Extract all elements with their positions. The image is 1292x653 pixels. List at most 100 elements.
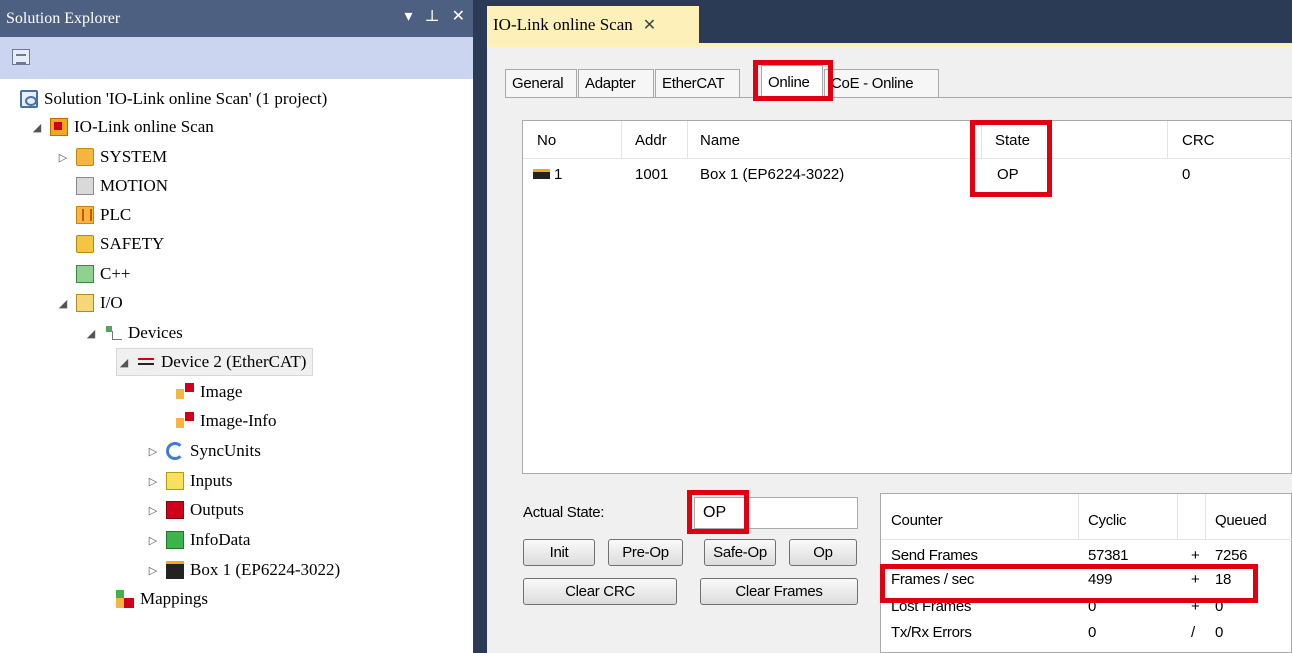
pin-icon[interactable]: ⊥: [425, 6, 440, 26]
tab-ethercat[interactable]: EtherCAT: [655, 69, 740, 97]
counter-op: /: [1191, 624, 1195, 641]
actual-state-label: Actual State:: [523, 504, 605, 521]
tree-item-box-1[interactable]: ▷ Box 1 (EP6224-3022): [146, 556, 340, 584]
counter-cyclic: 57381: [1088, 547, 1129, 564]
counter-header-counter: Counter: [891, 512, 943, 529]
tree-item-plc[interactable]: PLC: [76, 201, 131, 229]
expand-arrow-icon[interactable]: ▷: [146, 564, 160, 577]
tree-item-device-2[interactable]: ◢ Device 2 (EtherCAT): [116, 348, 314, 376]
row-crc: 0: [1182, 165, 1191, 183]
box-icon: [166, 561, 184, 579]
expand-arrow-icon[interactable]: ▷: [146, 534, 160, 547]
counter-header-queued: Queued: [1215, 512, 1267, 529]
tree-item-label: Outputs: [190, 500, 244, 519]
counter-name: Send Frames: [891, 547, 978, 564]
tree-item-label: I/O: [100, 293, 123, 312]
column-separator: [1177, 494, 1178, 540]
counter-queued: 7256: [1215, 547, 1248, 564]
properties-icon[interactable]: [12, 49, 30, 65]
tree-item-sync-units[interactable]: ▷ SyncUnits: [146, 437, 261, 465]
counter-op: +: [1191, 571, 1200, 588]
motion-icon: [76, 177, 94, 195]
tree-item-label: Device 2 (EtherCAT): [161, 352, 307, 371]
row-no: 1: [533, 159, 562, 189]
column-header-crc[interactable]: CRC: [1182, 121, 1215, 159]
tree-item-image-info[interactable]: Image-Info: [176, 407, 276, 435]
column-header-state[interactable]: State: [995, 121, 1030, 159]
pre-op-button[interactable]: Pre-Op: [608, 539, 683, 566]
tree-item-solution[interactable]: Solution 'IO-Link online Scan' (1 projec…: [20, 85, 327, 113]
document-tab-io-link-online-scan[interactable]: IO-Link online Scan ✕: [487, 6, 699, 43]
expand-arrow-icon[interactable]: ▷: [146, 445, 160, 458]
collapse-arrow-icon[interactable]: ◢: [56, 297, 70, 310]
counter-queued: 18: [1215, 571, 1232, 588]
column-header-addr[interactable]: Addr: [635, 121, 667, 159]
counter-cyclic: 499: [1088, 571, 1113, 588]
online-device-list[interactable]: No Addr Name State CRC 1 1001 Box 1 (EP6…: [522, 120, 1292, 474]
tree-item-system[interactable]: ▷ SYSTEM: [56, 143, 167, 171]
tree-item-io[interactable]: ◢ I/O: [56, 289, 123, 317]
column-header-name[interactable]: Name: [700, 121, 740, 159]
column-header-no[interactable]: No: [537, 121, 556, 159]
tree-item-cpp[interactable]: C++: [76, 260, 131, 288]
expand-arrow-icon[interactable]: ▷: [146, 504, 160, 517]
column-separator: [1205, 494, 1206, 540]
plc-icon: [76, 206, 94, 224]
counter-cyclic: 0: [1088, 624, 1097, 641]
collapse-arrow-icon[interactable]: ◢: [84, 327, 98, 340]
tree-item-label: Inputs: [190, 471, 233, 490]
tree-item-project[interactable]: ◢ IO-Link online Scan: [30, 113, 214, 141]
tree-item-image[interactable]: Image: [176, 378, 242, 406]
counter-name: Frames / sec: [891, 571, 975, 588]
init-button[interactable]: Init: [523, 539, 595, 566]
expand-arrow-icon[interactable]: ▷: [146, 475, 160, 488]
counter-name: Tx/Rx Errors: [891, 624, 972, 641]
outputs-icon: [166, 501, 184, 519]
row-no-value: 1: [554, 165, 563, 183]
safe-op-button[interactable]: Safe-Op: [704, 539, 776, 566]
counter-queued: 0: [1215, 624, 1224, 641]
collapse-arrow-icon[interactable]: ◢: [30, 121, 44, 134]
solution-explorer-toolbar: [0, 37, 473, 79]
counter-cyclic: 0: [1088, 598, 1097, 615]
table-row[interactable]: 1 1001 Box 1 (EP6224-3022) OP 0: [523, 159, 1292, 189]
device-list-header: No Addr Name State CRC: [523, 121, 1292, 159]
image-info-icon: [176, 412, 194, 430]
tab-online[interactable]: Online: [761, 65, 823, 98]
row-addr: 1001: [635, 165, 669, 183]
tree-item-label: PLC: [100, 205, 132, 224]
expand-arrow-icon[interactable]: ▷: [56, 151, 70, 164]
tree-item-devices[interactable]: ◢ Devices: [84, 319, 183, 347]
solution-explorer-panel: Solution Explorer ▾ ⊥ ✕ Solution 'IO-Lin…: [0, 0, 473, 653]
close-icon[interactable]: ✕: [452, 6, 465, 26]
image-icon: [176, 383, 194, 401]
tree-item-info-data[interactable]: ▷ InfoData: [146, 526, 250, 554]
clear-frames-button[interactable]: Clear Frames: [700, 578, 858, 605]
tree-item-safety[interactable]: SAFETY: [76, 230, 164, 258]
tree-item-motion[interactable]: MOTION: [76, 172, 168, 200]
counter-op: +: [1191, 547, 1200, 564]
column-separator: [687, 121, 688, 159]
tab-general[interactable]: General: [505, 69, 577, 97]
tree-item-label: IO-Link online Scan: [74, 117, 214, 136]
column-separator: [1167, 121, 1168, 159]
clear-crc-button[interactable]: Clear CRC: [523, 578, 677, 605]
solution-explorer-title-bar: Solution Explorer ▾ ⊥ ✕: [0, 0, 473, 37]
tree-item-inputs[interactable]: ▷ Inputs: [146, 467, 233, 495]
devices-icon: [104, 324, 122, 342]
tree-item-outputs[interactable]: ▷ Outputs: [146, 496, 244, 524]
close-tab-icon[interactable]: ✕: [643, 15, 656, 35]
dropdown-icon[interactable]: ▾: [405, 6, 413, 26]
counter-queued: 0: [1215, 598, 1224, 615]
tab-coe-online[interactable]: CoE - Online: [824, 69, 939, 97]
tree-item-label: Box 1 (EP6224-3022): [190, 560, 341, 579]
tab-adapter[interactable]: Adapter: [578, 69, 654, 97]
tree-item-mappings[interactable]: Mappings: [116, 585, 208, 613]
system-icon: [76, 148, 94, 166]
actual-state-field: OP: [694, 497, 858, 529]
panel-splitter[interactable]: [473, 0, 483, 653]
column-separator: [1078, 494, 1079, 540]
solution-icon: [20, 90, 38, 108]
op-button[interactable]: Op: [789, 539, 857, 566]
collapse-arrow-icon[interactable]: ◢: [117, 356, 131, 369]
